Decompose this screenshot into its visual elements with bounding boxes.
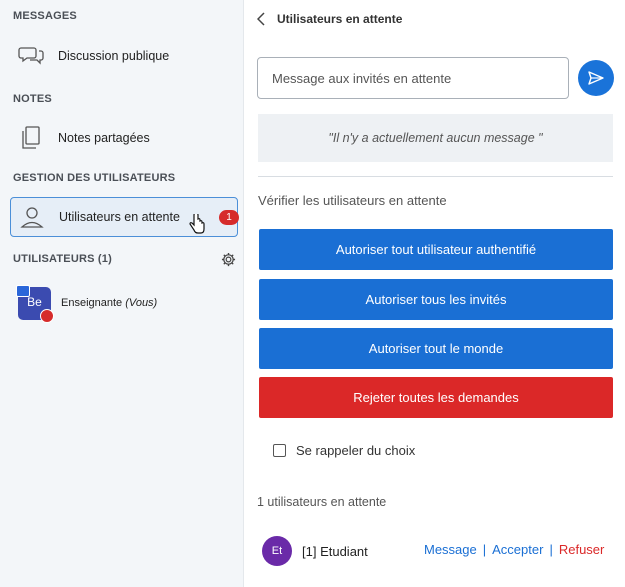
back-button[interactable]: Utilisateurs en attente bbox=[257, 12, 402, 26]
waiting-count-text: 1 utilisateurs en attente bbox=[257, 495, 387, 509]
allow-guests-button[interactable]: Autoriser tous les invités bbox=[259, 279, 613, 320]
refuse-link[interactable]: Refuser bbox=[559, 542, 605, 557]
notes-section-title: NOTES bbox=[13, 93, 52, 105]
separator: | bbox=[482, 542, 487, 557]
presenter-icon bbox=[16, 284, 30, 297]
hand-cursor-icon bbox=[189, 212, 205, 237]
divider bbox=[258, 176, 613, 177]
user-list-item[interactable]: Be Enseignante (Vous) bbox=[16, 284, 238, 323]
chat-bubbles-icon bbox=[16, 41, 46, 71]
remember-choice[interactable]: Se rappeler du choix bbox=[273, 443, 415, 458]
messages-section-title: MESSAGES bbox=[13, 10, 77, 22]
user-name-text: Enseignante bbox=[61, 297, 123, 309]
sidebar-item-shared-notes[interactable]: Notes partagées bbox=[10, 118, 238, 158]
user-management-section-title: GESTION DES UTILISATEURS bbox=[13, 172, 176, 184]
remember-checkbox[interactable] bbox=[273, 444, 286, 457]
muted-mic-icon bbox=[40, 308, 54, 323]
allow-authenticated-button[interactable]: Autoriser tout utilisateur authentifié bbox=[259, 229, 613, 270]
message-input-placeholder: Message aux invités en attente bbox=[272, 70, 452, 86]
accept-link[interactable]: Accepter bbox=[492, 542, 543, 557]
avatar: Be bbox=[16, 284, 54, 323]
sidebar-item-label: Discussion publique bbox=[58, 49, 170, 63]
user-icon bbox=[17, 202, 47, 232]
send-icon bbox=[588, 71, 604, 85]
separator: | bbox=[549, 542, 553, 557]
users-section-title: UTILISATEURS (1) bbox=[13, 253, 112, 265]
chevron-left-icon bbox=[257, 12, 265, 26]
notes-icon bbox=[16, 123, 46, 153]
sidebar-item-waiting-users[interactable]: Utilisateurs en attente 1 bbox=[10, 197, 239, 237]
empty-messages-text: "Il n'y a actuellement aucun message " bbox=[328, 131, 543, 145]
waiting-user-row: Et [1] Etudiant Message | Accepter | Ref… bbox=[262, 536, 617, 566]
avatar-initials: Be bbox=[27, 294, 42, 309]
sidebar-item-public-chat[interactable]: Discussion publique bbox=[10, 36, 238, 76]
waiting-user-name: [1] Etudiant bbox=[302, 543, 368, 559]
verify-title: Vérifier les utilisateurs en attente bbox=[258, 193, 447, 208]
user-name: Enseignante (Vous) bbox=[61, 297, 157, 309]
empty-messages-box: "Il n'y a actuellement aucun message " bbox=[258, 114, 613, 162]
reject-all-button[interactable]: Rejeter toutes les demandes bbox=[259, 377, 613, 418]
guest-message-input[interactable]: Message aux invités en attente bbox=[257, 57, 569, 99]
waiting-user-actions: Message | Accepter | Refuser bbox=[424, 542, 604, 557]
allow-everyone-button[interactable]: Autoriser tout le monde bbox=[259, 328, 613, 369]
sidebar-item-label: Utilisateurs en attente bbox=[59, 210, 180, 224]
user-you-label: (Vous) bbox=[125, 297, 158, 309]
send-button[interactable] bbox=[578, 60, 614, 96]
sidebar: MESSAGES Discussion publique NOTES Notes… bbox=[0, 0, 244, 587]
message-link[interactable]: Message bbox=[424, 542, 477, 557]
sidebar-item-label: Notes partagées bbox=[58, 131, 150, 145]
avatar-initials: Et bbox=[271, 545, 283, 557]
panel-title: Utilisateurs en attente bbox=[277, 12, 403, 26]
gear-icon[interactable] bbox=[221, 252, 236, 267]
waiting-count-badge: 1 bbox=[219, 210, 239, 225]
avatar: Et bbox=[262, 536, 292, 566]
remember-label: Se rappeler du choix bbox=[296, 443, 416, 458]
